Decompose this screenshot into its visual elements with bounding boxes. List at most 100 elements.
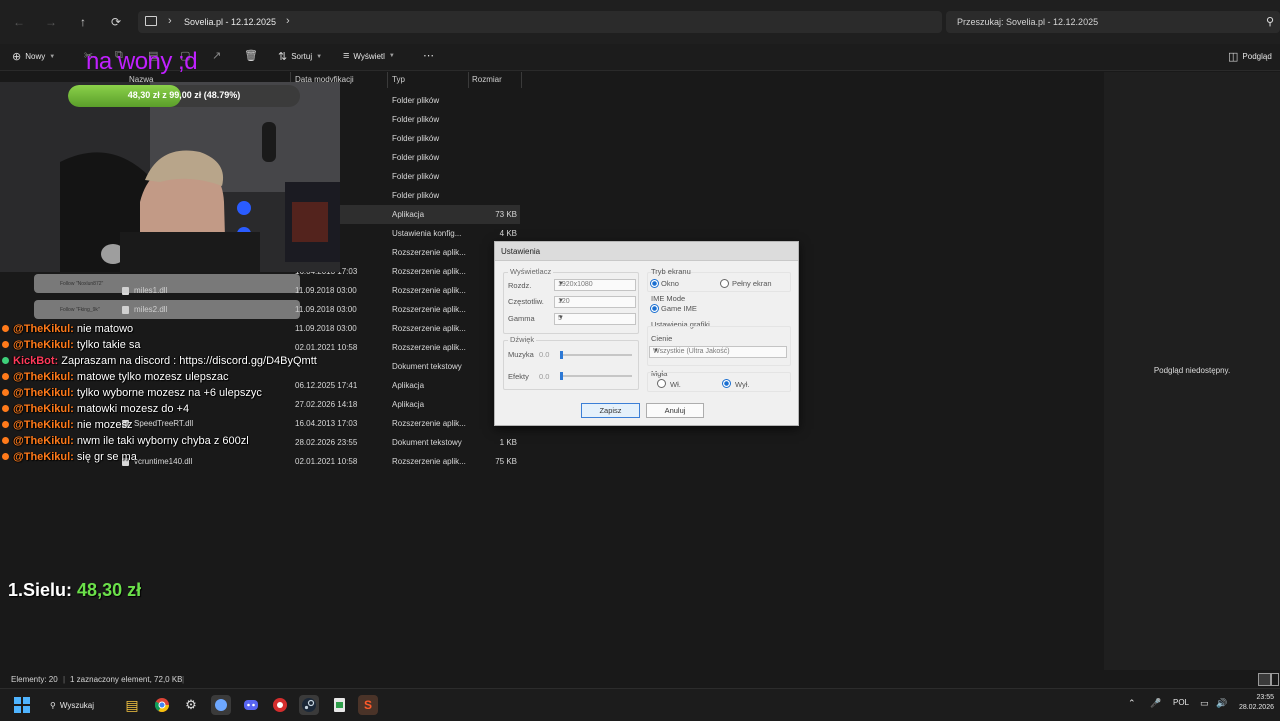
file-type: Dokument tekstowy [392, 362, 462, 371]
taskbar-search[interactable]: ⚲ Wyszukaj [50, 697, 106, 713]
dialog-title-bar[interactable]: Ustawienia [495, 242, 798, 261]
frequency-select[interactable]: 120 ▼ [554, 296, 636, 308]
settings-app-icon[interactable]: ⚙ [181, 695, 201, 715]
back-icon[interactable]: ← [9, 12, 29, 32]
game-ime-radio[interactable] [650, 304, 659, 313]
document-app-icon[interactable] [329, 695, 349, 715]
taskbar: ⚲ Wyszukaj ▤ ⚙ S ⌃ 🎤 POL ▭ 🔊 23:55 28.02… [0, 688, 1280, 721]
effects-slider-track[interactable] [560, 375, 632, 377]
music-slider-thumb[interactable] [560, 351, 563, 359]
tiles-view-icon[interactable] [1271, 673, 1279, 686]
shadows-label: Cienie [651, 334, 673, 343]
stream-overlay-title: na wony ;d [86, 48, 198, 75]
breadcrumb-folder[interactable]: Sovelia.pl - 12.12.2025 [184, 17, 276, 27]
chat-username: @TheKikul: [13, 339, 74, 351]
window-mode-label: Okno [661, 279, 679, 288]
windows-start-icon[interactable] [14, 697, 30, 713]
column-divider[interactable] [468, 72, 469, 88]
file-name: vcruntime140.dll [134, 457, 193, 466]
game-app-icon[interactable] [211, 695, 231, 715]
chat-username: KickBot: [13, 355, 59, 367]
volume-icon[interactable]: 🔊 [1216, 698, 1227, 709]
more-icon[interactable]: ⋯ [423, 49, 434, 62]
music-slider-track[interactable] [560, 354, 632, 356]
sort-button[interactable]: ⇅ Sortuj ▼ [278, 50, 322, 63]
file-explorer-icon[interactable]: ▤ [122, 695, 142, 715]
search-placeholder: Przeszukaj: Sovelia.pl - 12.12.2025 [957, 17, 1099, 27]
status-bar: Elementy: 20 | 1 zaznaczony element, 72,… [0, 672, 1280, 688]
address-bar: ← → ↑ ⟳ › Sovelia.pl - 12.12.2025 › Prze… [0, 0, 1280, 44]
follow-alert-text: Follow "Noxlun872" [60, 281, 104, 287]
file-modified: 02.01.2021 10:58 [295, 343, 358, 352]
clock-date: 28.02.2026 [1238, 704, 1274, 711]
status-divider: | [182, 675, 185, 684]
chat-username: @TheKikul: [13, 387, 74, 399]
column-size[interactable]: Rozmiar [472, 75, 502, 84]
recording-app-icon[interactable] [270, 695, 290, 715]
refresh-icon[interactable]: ⟳ [106, 12, 126, 32]
gamma-select[interactable]: 5 ▼ [554, 313, 636, 325]
fog-on-radio[interactable] [657, 379, 666, 388]
column-divider[interactable] [387, 72, 388, 88]
fullscreen-radio[interactable] [720, 279, 729, 288]
search-input[interactable]: Przeszukaj: Sovelia.pl - 12.12.2025 ⚲ [946, 11, 1280, 33]
details-view-icon[interactable] [1258, 673, 1271, 686]
column-divider[interactable] [521, 72, 522, 88]
game-ime-label: Game IME [661, 304, 697, 313]
save-button[interactable]: Zapisz [581, 403, 640, 418]
file-type: Rozszerzenie aplik... [392, 248, 466, 257]
network-icon[interactable]: ▭ [1200, 698, 1209, 709]
share-icon[interactable]: ↗ [212, 49, 221, 62]
cancel-button[interactable]: Anuluj [646, 403, 704, 418]
follow-alert: Follow "Noxlun872" [34, 274, 300, 293]
file-modified: 02.01.2021 10:58 [295, 457, 358, 466]
taskbar-search-label: Wyszukaj [59, 700, 95, 710]
file-type: Rozszerzenie aplik... [392, 286, 466, 295]
resolution-select[interactable]: 1920x1080 ▼ [554, 279, 636, 291]
chat-badge-icon [2, 357, 9, 364]
view-button[interactable]: ≡ Wyświetl ▼ [343, 50, 395, 62]
tray-overflow-icon[interactable]: ⌃ [1128, 698, 1136, 709]
file-modified: 27.02.2026 14:18 [295, 400, 358, 409]
file-type: Rozszerzenie aplik... [392, 457, 466, 466]
new-button[interactable]: ⊕ Nowy ▼ [12, 50, 55, 63]
file-type: Aplikacja [392, 400, 425, 409]
top-donor-name: 1.Sielu: [8, 580, 73, 600]
effects-slider-thumb[interactable] [560, 372, 563, 380]
screen-mode-label: Tryb ekranu [651, 267, 691, 276]
chat-message: @TheKikul: się gr se ma [0, 451, 137, 467]
preview-pane-button[interactable]: ◫ Podgląd [1228, 50, 1272, 63]
chevron-down-icon: ▼ [388, 53, 395, 59]
chat-badge-icon [2, 453, 9, 460]
file-size: 4 KB [499, 229, 517, 238]
taskbar-clock[interactable]: 23:55 28.02.2026 [1239, 693, 1274, 713]
frequency-label: Częstotliw. [508, 297, 544, 306]
chat-message: @TheKikul: tylko takie sa [0, 339, 140, 355]
delete-icon[interactable]: 🗑 [244, 49, 258, 62]
chrome-icon[interactable] [152, 695, 172, 715]
chat-text: się gr se ma [73, 451, 137, 463]
forward-icon[interactable]: → [41, 12, 61, 32]
shadows-select[interactable]: Wszystkie (Ultra Jakość) ▼ [649, 346, 787, 358]
file-row[interactable]: 11.09.2018 03:00 Rozszerzenie aplik... [120, 319, 520, 338]
file-type: Rozszerzenie aplik... [392, 324, 466, 333]
preview-label: Podgląd [1242, 52, 1272, 61]
chat-message: KickBot: Zapraszam na discord : https://… [0, 355, 317, 371]
game-client-icon[interactable]: S [358, 695, 378, 715]
file-modified: 11.09.2018 03:00 [295, 305, 357, 314]
window-mode-radio[interactable] [650, 279, 659, 288]
steam-icon[interactable] [299, 695, 319, 715]
gamma-label: Gamma [508, 314, 535, 323]
up-icon[interactable]: ↑ [73, 12, 93, 32]
fog-off-radio[interactable] [722, 379, 731, 388]
path-breadcrumb[interactable]: › Sovelia.pl - 12.12.2025 › [138, 11, 942, 33]
discord-icon[interactable] [241, 695, 261, 715]
preview-pane-icon: ◫ [1228, 51, 1239, 63]
column-type[interactable]: Typ [392, 75, 405, 84]
monitor-icon [145, 16, 157, 26]
microphone-icon[interactable]: 🎤 [1150, 698, 1161, 709]
file-row[interactable]: vcruntime140.dll 02.01.2021 10:58 Rozszerz… [120, 452, 520, 471]
chat-message: @TheKikul: nwm ile taki wyborny chyba z … [0, 435, 249, 451]
language-indicator[interactable]: POL [1173, 698, 1189, 707]
chat-badge-icon [2, 421, 9, 428]
